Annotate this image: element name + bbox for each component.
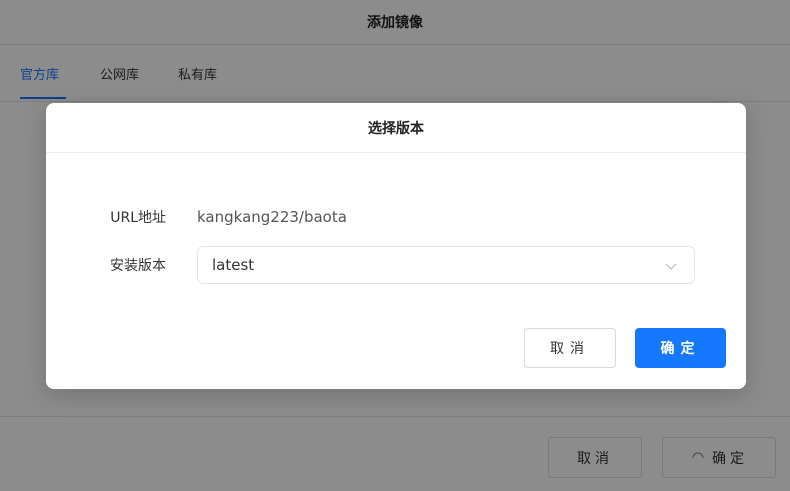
chevron-down-icon — [665, 263, 677, 270]
cancel-button[interactable]: 取消 — [524, 328, 616, 368]
version-row: 安装版本 latest — [46, 245, 746, 285]
modal-title: 选择版本 — [46, 103, 746, 153]
add-image-dialog: 添加镜像 官方库 公网库 私有库 取消 确定 选择版本 URL地址 kangka… — [0, 0, 790, 491]
confirm-button[interactable]: 确定 — [635, 328, 726, 368]
url-value: kangkang223/baota — [197, 208, 347, 226]
url-label: URL地址 — [110, 210, 166, 226]
select-version-modal: 选择版本 URL地址 kangkang223/baota 安装版本 latest… — [46, 103, 746, 389]
url-row: URL地址 kangkang223/baota — [46, 197, 746, 237]
version-label: 安装版本 — [110, 258, 166, 274]
version-select[interactable]: latest — [197, 246, 695, 284]
version-select-value: latest — [212, 256, 255, 274]
